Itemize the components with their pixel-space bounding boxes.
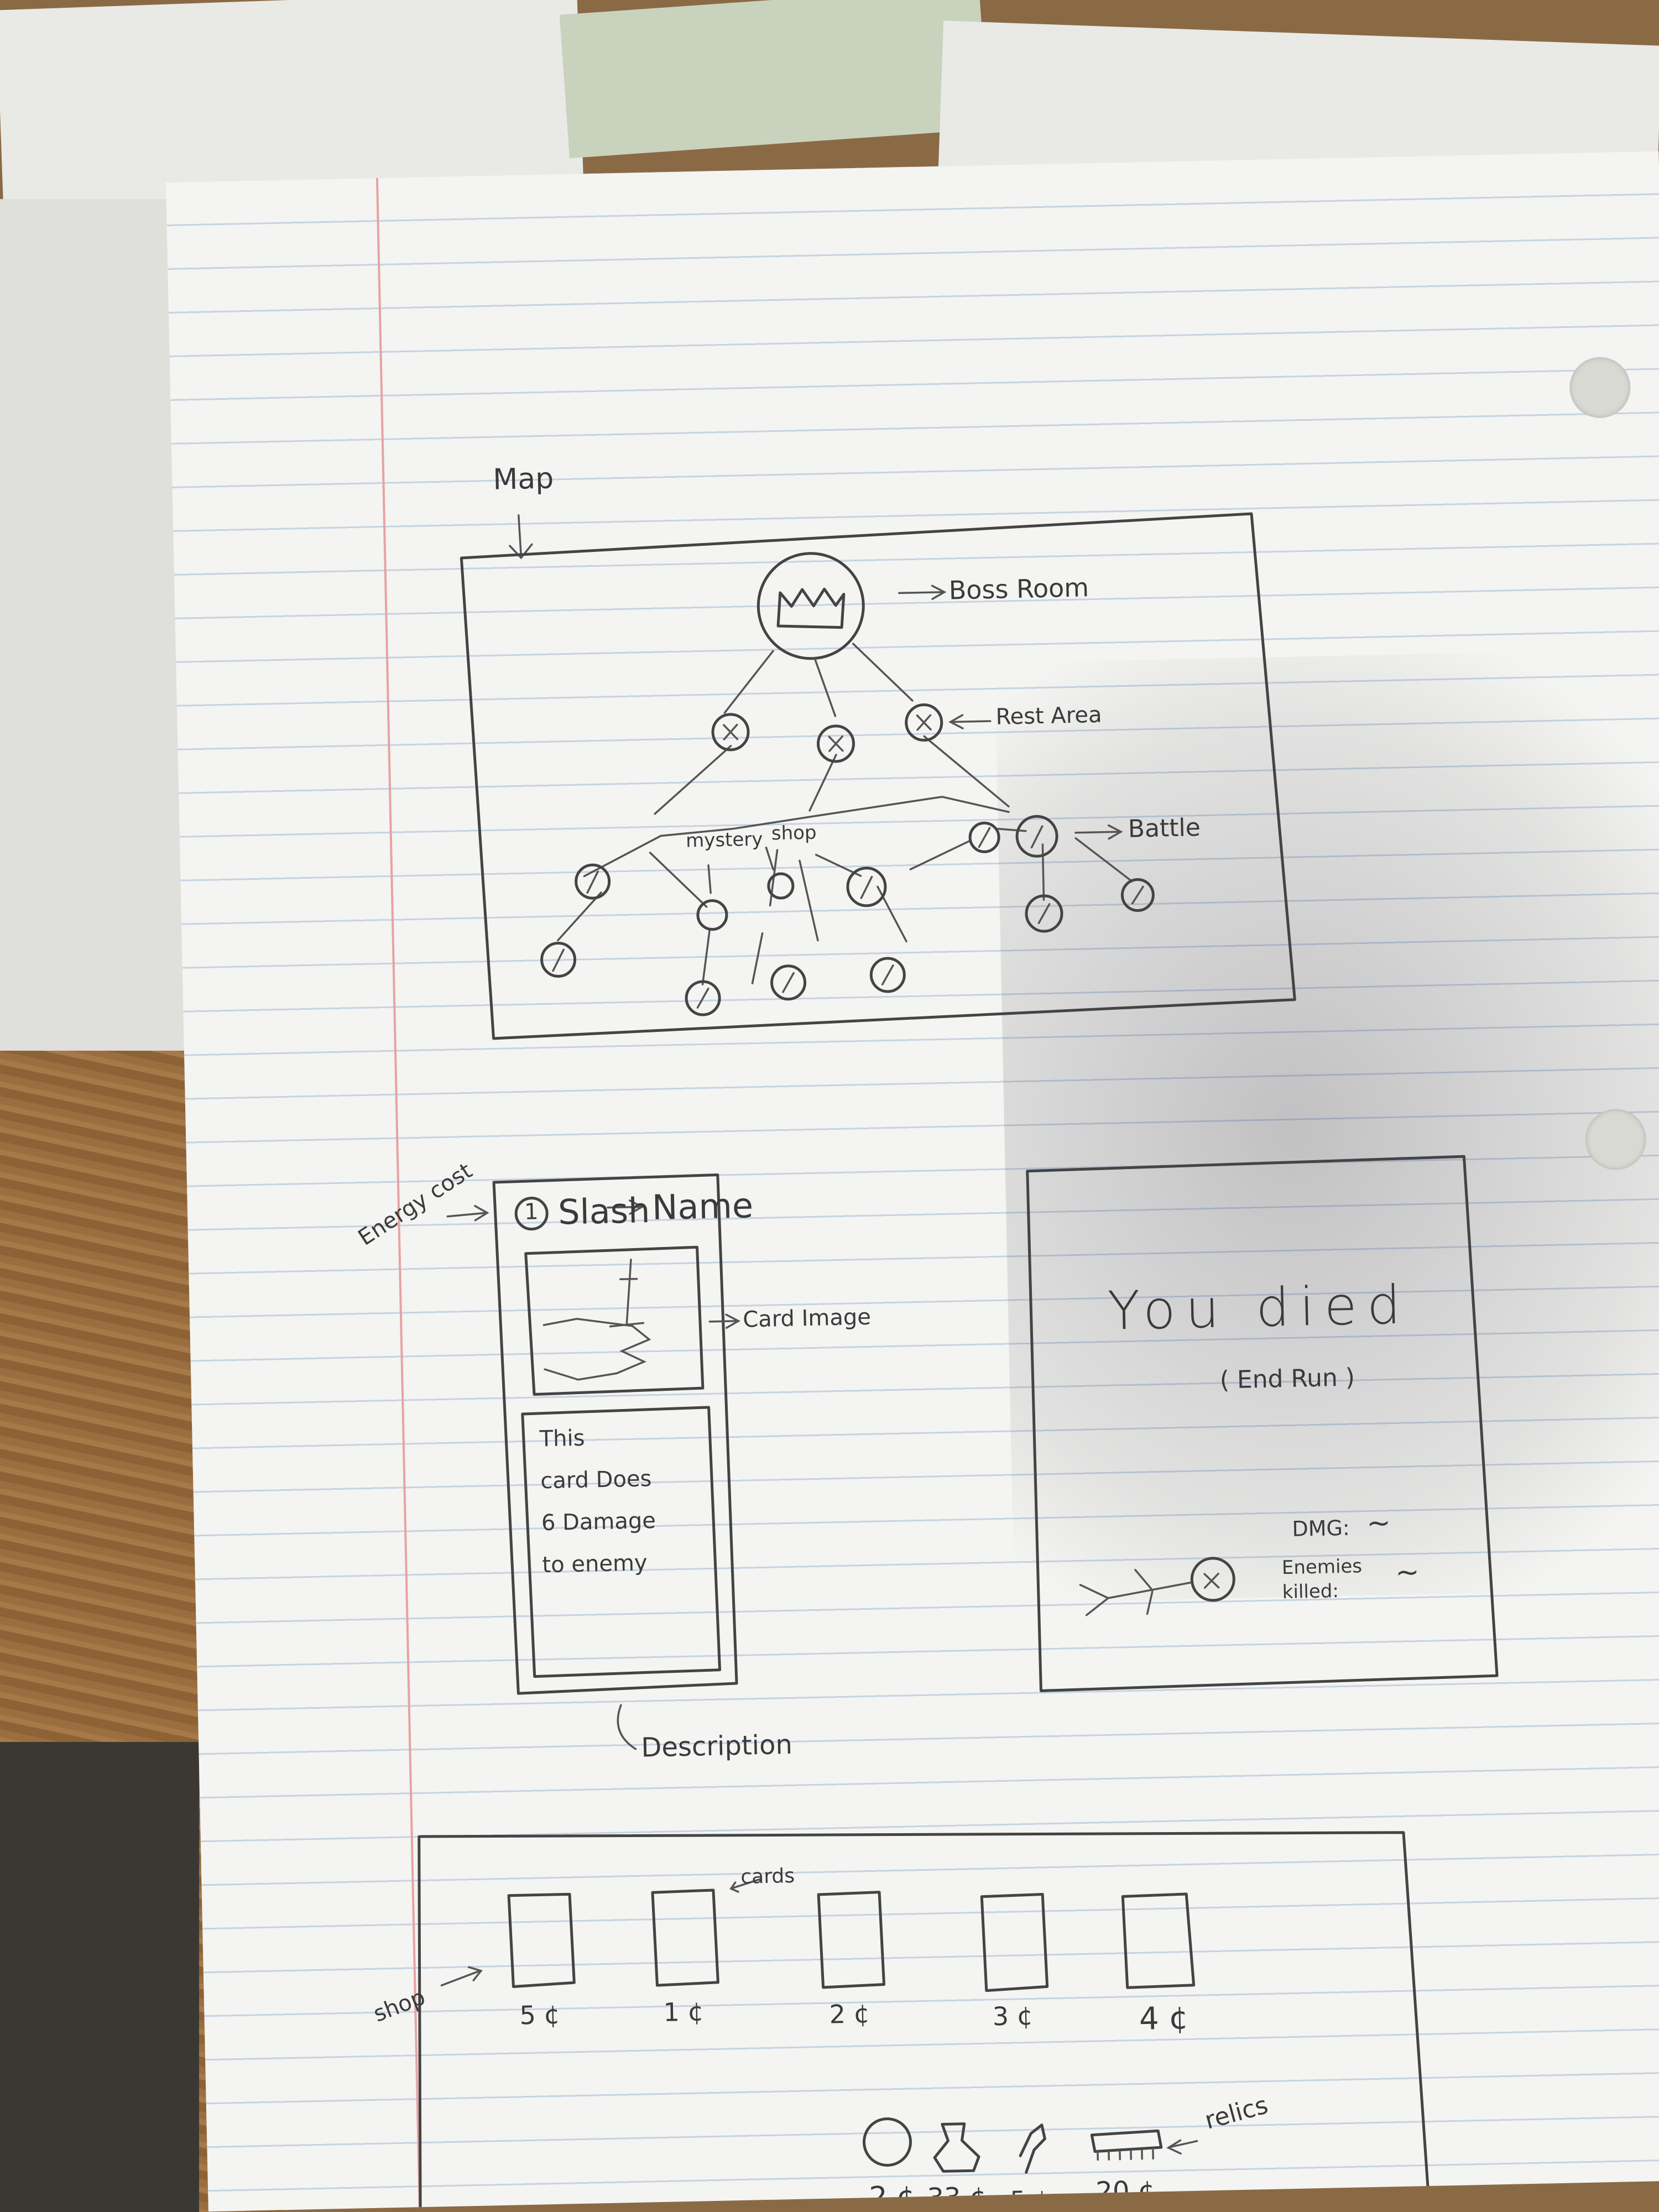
shop-card-price: 4 ¢ [1139,2000,1189,2037]
shop-frame [418,1831,1437,2212]
relic-potion-icon [933,2122,980,2173]
cards-annotation: cards [740,1864,795,1888]
shop-card-price: 3 ¢ [992,2000,1034,2032]
relic-price: 5 ¢ [1010,2185,1050,2212]
shop-card-slot [651,1888,719,1987]
relic-price: 33 ¢ [927,2181,987,2212]
notebook-sheet: Map Boss Room Rest Area Battle mystery s… [166,151,1659,2212]
relic-price: 20 ¢ [1095,2175,1155,2208]
shop-sketch [418,1831,1437,2212]
shop-card-price: 5 ¢ [519,1999,561,2031]
relic-price: 2 ¢ [868,2180,915,2212]
dark-floor [0,1742,199,2212]
shop-card-slot [817,1891,886,1989]
shop-card-slot [980,1892,1049,1992]
shop-card-slot [1121,1892,1196,1989]
relic-shovel-icon [1019,2124,1046,2174]
shop-card-price: 2 ¢ [829,1999,870,2030]
shop-card-price: 1 ¢ [662,1996,705,2027]
relic-comb-icon [1090,2129,1163,2153]
background-green-paper [559,0,989,159]
relic-helmet-icon [862,2117,912,2167]
shop-card-slot [507,1892,576,1989]
